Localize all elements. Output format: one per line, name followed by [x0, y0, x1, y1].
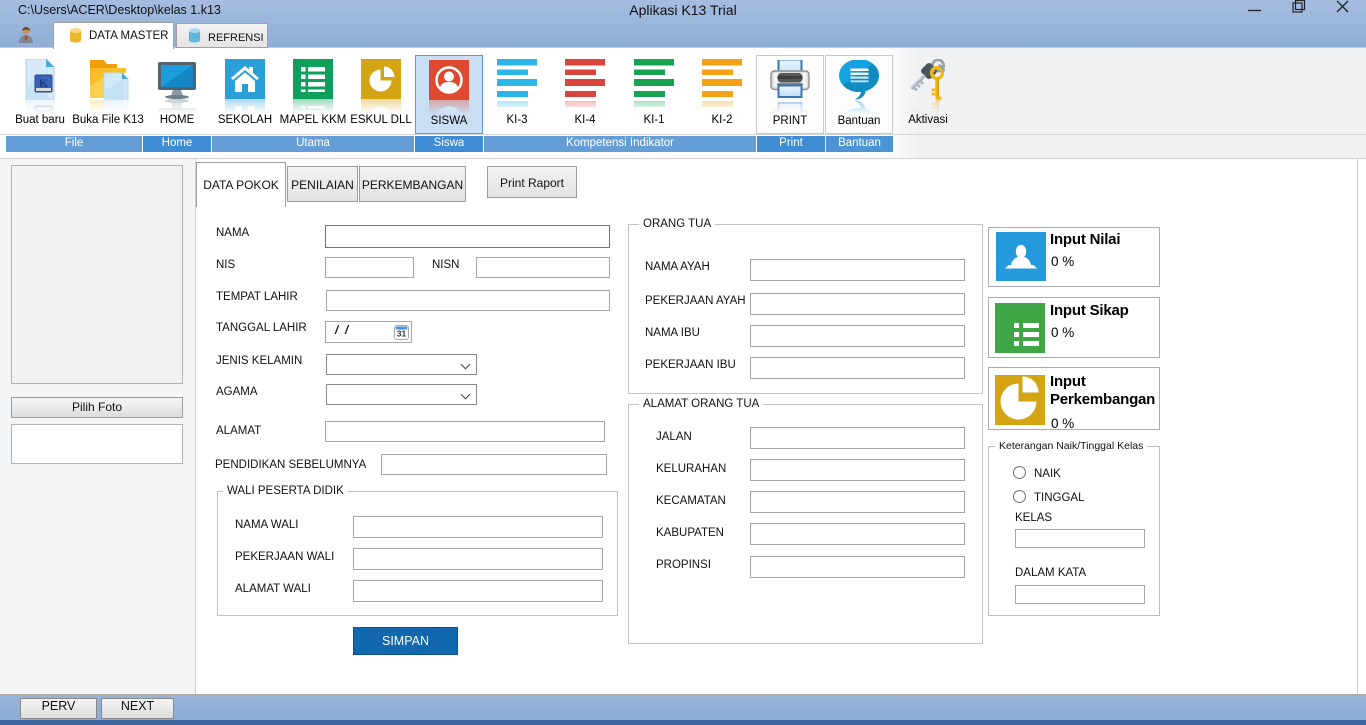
svg-text:31: 31: [397, 329, 407, 339]
